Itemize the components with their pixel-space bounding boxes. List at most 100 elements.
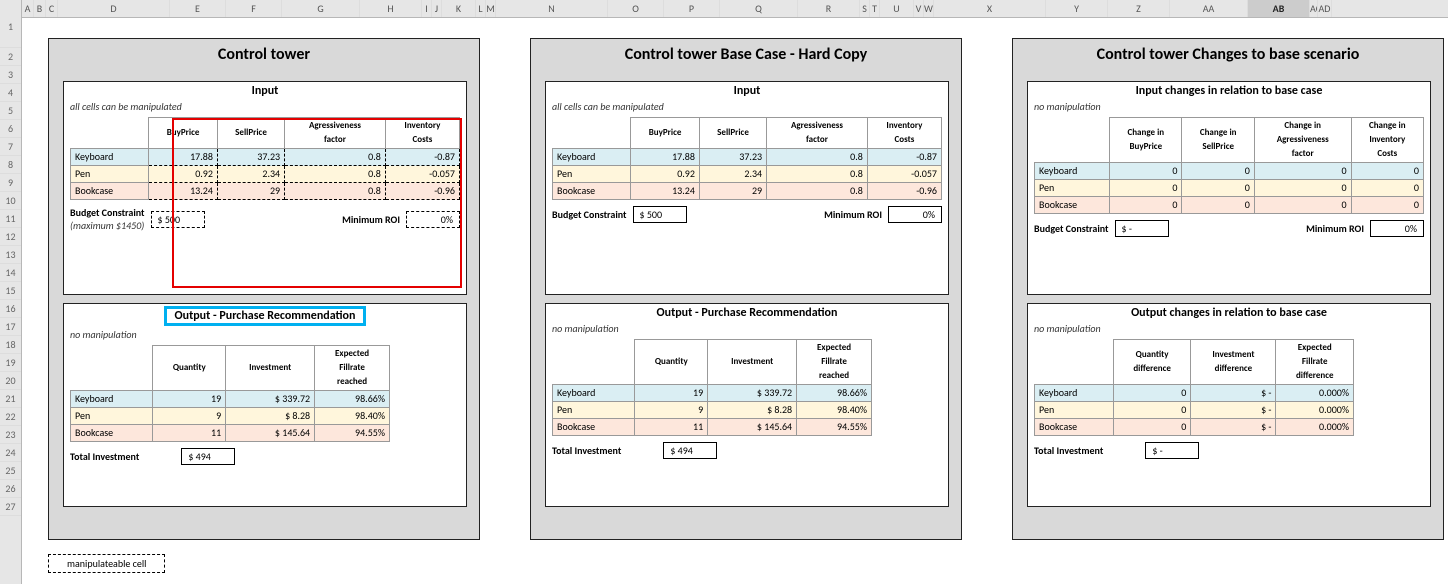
col-header-X[interactable]: X [934, 0, 1046, 17]
col-header-H[interactable]: H [360, 0, 422, 17]
total-label: Total Investment [70, 450, 139, 463]
roi-label: Minimum ROI [1306, 222, 1364, 235]
row-header-24[interactable]: 24 [0, 444, 21, 462]
row-header-22[interactable]: 22 [0, 408, 21, 426]
roi-value[interactable]: 0% [406, 211, 460, 228]
total-value: $ 494 [181, 448, 235, 465]
table-cell: 37.23 [699, 149, 766, 166]
col-header-Z[interactable]: Z [1108, 0, 1170, 17]
row-header-13[interactable]: 13 [0, 246, 21, 264]
row-header-23[interactable]: 23 [0, 426, 21, 444]
col-header-K[interactable]: K [442, 0, 476, 17]
input-title: Input [546, 82, 948, 100]
col-header-R[interactable]: R [798, 0, 860, 17]
col-header-I[interactable]: I [422, 0, 432, 17]
col-header-L[interactable]: L [476, 0, 486, 17]
row-header-7[interactable]: 7 [0, 138, 21, 156]
table-cell: 94.55% [797, 419, 872, 436]
table-cell: $ - [1191, 385, 1276, 402]
table-cell[interactable]: -0.057 [385, 166, 459, 183]
table-header: Quantity [635, 340, 708, 385]
col-header-AA[interactable]: AA [1170, 0, 1248, 17]
table-cell: 13.24 [631, 183, 700, 200]
col-header-Y[interactable]: Y [1046, 0, 1108, 17]
row-header-20[interactable]: 20 [0, 372, 21, 390]
table-cell[interactable]: 0.92 [149, 166, 218, 183]
row-header-14[interactable]: 14 [0, 264, 21, 282]
row-header-26[interactable]: 26 [0, 480, 21, 498]
col-header-T[interactable]: T [870, 0, 880, 17]
budget-value: $ - [1115, 220, 1169, 237]
table-cell: 2.34 [699, 166, 766, 183]
table-cell[interactable]: 37.23 [217, 149, 284, 166]
total-value: $ - [1145, 442, 1199, 459]
table-cell: 0 [1110, 163, 1182, 180]
col-header-M[interactable]: M [486, 0, 496, 17]
col-header-F[interactable]: F [226, 0, 282, 17]
budget-note: (maximum $1450) [70, 219, 145, 232]
table-cell[interactable]: 2.34 [217, 166, 284, 183]
table-header: Quantity [153, 346, 226, 391]
col-header-D[interactable]: D [58, 0, 170, 17]
table-cell: $ 8.28 [708, 402, 797, 419]
col-header-N[interactable]: N [496, 0, 608, 17]
table-cell: 17.88 [631, 149, 700, 166]
row-header-12[interactable]: 12 [0, 228, 21, 246]
col-header-O[interactable]: O [608, 0, 664, 17]
table-cell[interactable]: 0.8 [285, 149, 386, 166]
table-cell[interactable]: 0.8 [285, 166, 386, 183]
row-header-27[interactable]: 27 [0, 498, 21, 516]
row-header-16[interactable]: 16 [0, 300, 21, 318]
row-header-6[interactable]: 6 [0, 120, 21, 138]
col-header-AB[interactable]: AB [1248, 0, 1310, 17]
table-header: BuyPrice [631, 118, 700, 149]
row-header-25[interactable]: 25 [0, 462, 21, 480]
row-header-9[interactable]: 9 [0, 174, 21, 192]
total-label: Total Investment [552, 444, 621, 457]
table-cell[interactable]: -0.87 [385, 149, 459, 166]
total-label: Total Investment [1034, 444, 1103, 457]
row-header-18[interactable]: 18 [0, 336, 21, 354]
col-header-G[interactable]: G [282, 0, 360, 17]
col-header-V[interactable]: V [914, 0, 924, 17]
row-header-21[interactable]: 21 [0, 390, 21, 408]
row-header-1[interactable]: 1 [0, 18, 21, 48]
col-header-P[interactable]: P [664, 0, 720, 17]
col-header-AD[interactable]: AD [1318, 0, 1332, 17]
col-header-C[interactable]: C [46, 0, 58, 17]
col-header-Q[interactable]: Q [720, 0, 798, 17]
table-cell: 29 [699, 183, 766, 200]
table-cell[interactable]: 17.88 [149, 149, 218, 166]
row-header-10[interactable]: 10 [0, 192, 21, 210]
table-header: Investment [226, 346, 315, 391]
table-cell[interactable]: -0.96 [385, 183, 459, 200]
budget-value[interactable]: $ 500 [151, 211, 205, 228]
col-header-W[interactable]: W [924, 0, 934, 17]
row-header-8[interactable]: 8 [0, 156, 21, 174]
row-header-2[interactable]: 2 [0, 48, 21, 66]
table-header: Change in Agressiveness factor [1254, 118, 1351, 163]
row-header-19[interactable]: 19 [0, 354, 21, 372]
row-header-11[interactable]: 11 [0, 210, 21, 228]
output-subpanel: Output - Purchase Recommendation no mani… [63, 303, 467, 507]
row-header-5[interactable]: 5 [0, 102, 21, 120]
row-header-4[interactable]: 4 [0, 84, 21, 102]
cell-area[interactable]: Control tower Input all cells can be man… [22, 18, 1448, 584]
col-header-B[interactable]: B [34, 0, 46, 17]
col-header-S[interactable]: S [860, 0, 870, 17]
col-header-AC[interactable]: AC [1310, 0, 1318, 17]
table-cell[interactable]: 13.24 [149, 183, 218, 200]
col-header-U[interactable]: U [880, 0, 914, 17]
row-header-3[interactable]: 3 [0, 66, 21, 84]
output-subpanel: Output - Purchase Recommendation no mani… [545, 303, 949, 507]
table-cell[interactable]: 0.8 [285, 183, 386, 200]
table-cell[interactable]: 29 [217, 183, 284, 200]
row-header-17[interactable]: 17 [0, 318, 21, 336]
input-subpanel: Input changes in relation to base case n… [1027, 81, 1431, 295]
col-header-J[interactable]: J [432, 0, 442, 17]
table-cell: 0.000% [1276, 402, 1354, 419]
row-label: Pen [71, 408, 153, 425]
row-header-15[interactable]: 15 [0, 282, 21, 300]
col-header-A[interactable]: A [22, 0, 34, 17]
col-header-E[interactable]: E [170, 0, 226, 17]
